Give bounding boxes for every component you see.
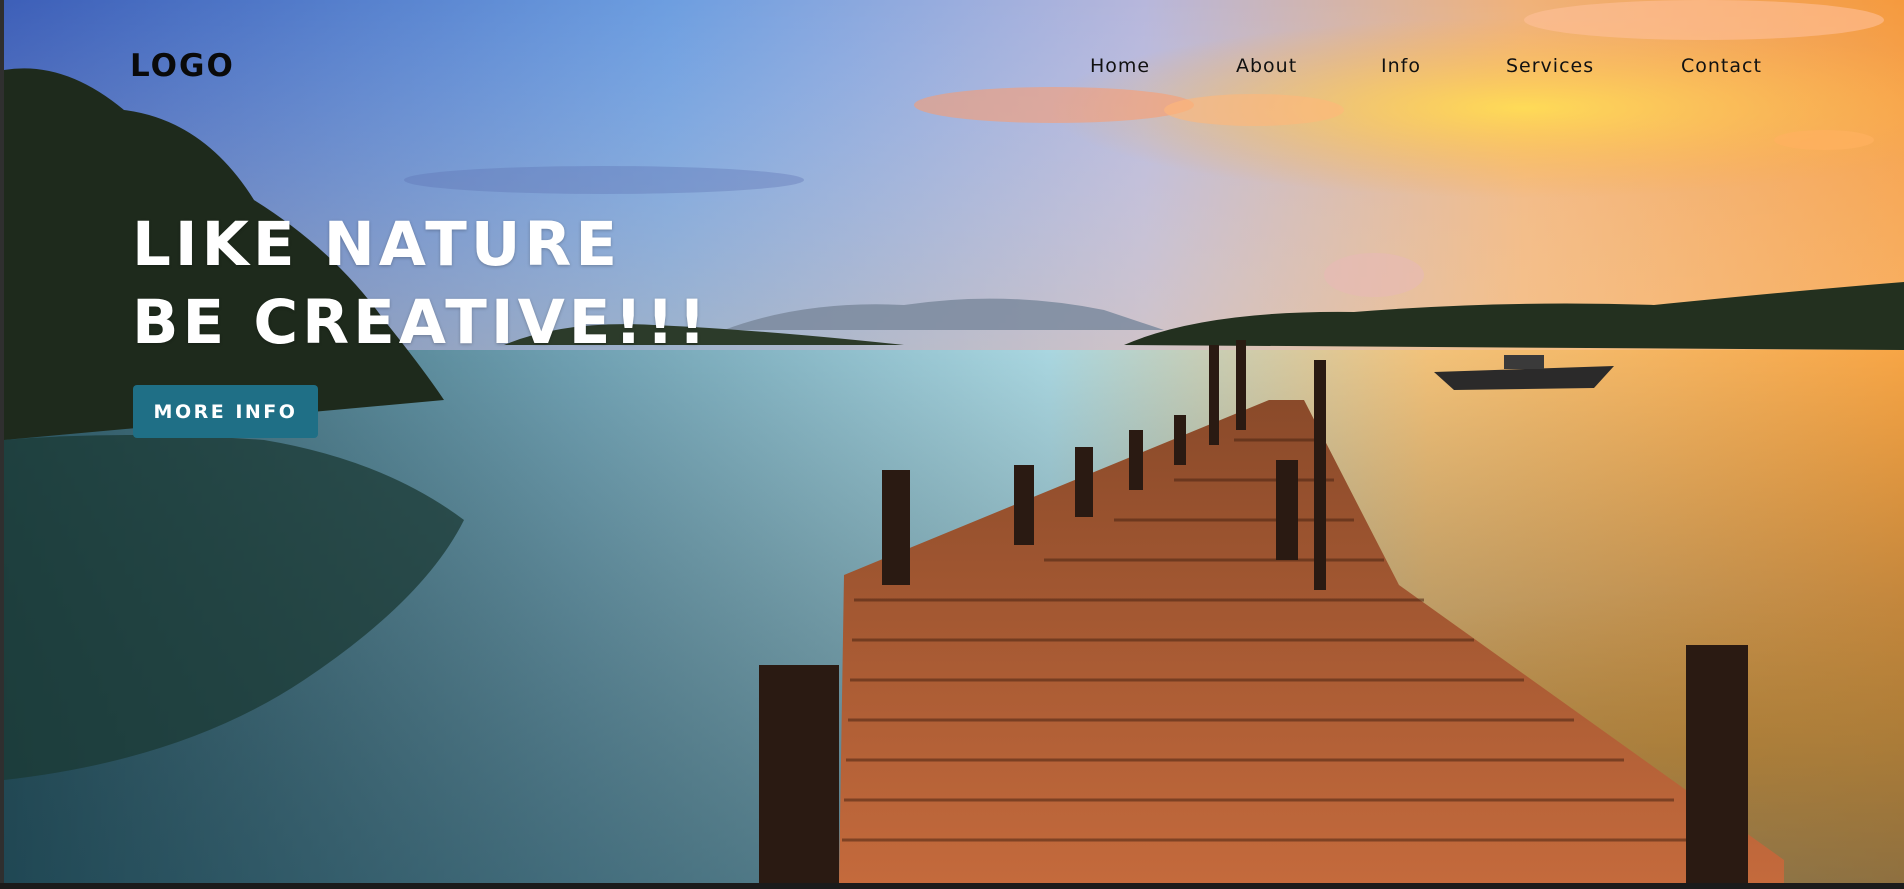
hero-background-image: [4, 0, 1904, 883]
hero-headline: LIKE NATURE BE CREATIVE!!!: [132, 206, 710, 362]
nav-link-contact[interactable]: Contact: [1681, 55, 1762, 77]
more-info-button[interactable]: MORE INFO: [133, 385, 318, 438]
main-navigation: Home About Info Services Contact: [1084, 55, 1884, 85]
nav-link-about[interactable]: About: [1236, 55, 1297, 77]
hero-headline-line-2: BE CREATIVE!!!: [132, 287, 710, 358]
site-logo[interactable]: LOGO: [130, 48, 235, 84]
nav-link-info[interactable]: Info: [1381, 55, 1421, 77]
hero-headline-line-1: LIKE NATURE: [132, 209, 622, 280]
hero-section: LOGO Home About Info Services Contact LI…: [4, 0, 1904, 883]
nav-link-home[interactable]: Home: [1090, 55, 1150, 77]
page-bottom-edge: [0, 883, 1904, 889]
nav-link-services[interactable]: Services: [1506, 55, 1594, 77]
